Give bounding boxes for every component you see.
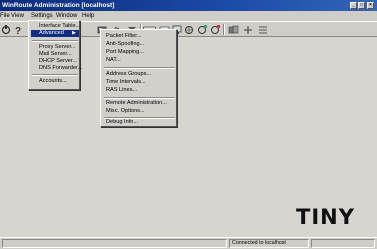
menu-item-debug-info[interactable]: Debug Info... [106, 119, 176, 126]
window-title: WinRoute Administration [localhost] [2, 2, 115, 9]
menu-item-accounts[interactable]: Accounts... [39, 78, 79, 85]
menu-item-address-groups[interactable]: Address Groups... [106, 71, 176, 78]
mail-icon[interactable] [227, 24, 239, 35]
help-icon[interactable]: ? [12, 24, 24, 35]
status-panel-main [2, 239, 227, 248]
menu-file[interactable]: File [0, 11, 10, 21]
connect-icon[interactable] [0, 24, 12, 35]
menu-item-mail-server[interactable]: Mail Server... [39, 51, 79, 58]
computers-icon[interactable] [209, 24, 221, 35]
status-panel-extra [311, 239, 375, 248]
menu-item-nat[interactable]: NAT... [106, 57, 176, 64]
menu-item-dhcp-server[interactable]: DHCP Server... [39, 58, 79, 65]
list-icon[interactable] [257, 24, 269, 35]
menu-item-time-intervals[interactable]: Time Intervals... [106, 79, 176, 86]
menu-item-dns-forwarder[interactable]: DNS Forwarder... [39, 65, 82, 72]
advanced-submenu: Packet Filter... Anti-Spoofing... Port M… [100, 29, 177, 127]
menu-item-packet-filter[interactable]: Packet Filter... [106, 33, 176, 40]
settings-menu: Interface Table... Advanced ▶ Proxy Serve… [28, 20, 82, 90]
menu-item-misc-options[interactable]: Misc. Options... [106, 108, 176, 115]
menu-item-port-mapping[interactable]: Port Mapping... [106, 49, 176, 56]
menu-help[interactable]: Help [82, 11, 94, 21]
network-icon[interactable] [183, 24, 195, 35]
svg-text:?: ? [15, 26, 21, 35]
menu-item-interface-table[interactable]: Interface Table... [39, 23, 80, 30]
menu-item-remote-administration[interactable]: Remote Administration... [106, 100, 176, 107]
menu-item-anti-spoofing[interactable]: Anti-Spoofing... [106, 41, 176, 48]
minimize-button[interactable]: _ [350, 2, 357, 9]
status-connection: Connected to localhost [229, 239, 309, 248]
maximize-button[interactable]: □ [358, 2, 365, 9]
status-bar: Connected to localhost [0, 237, 377, 249]
menu-item-advanced-label: Advanced [39, 30, 64, 36]
menu-item-proxy-server[interactable]: Proxy Server... [39, 44, 79, 51]
menu-item-ras-lines[interactable]: RAS Lines... [106, 87, 176, 94]
app-window: WinRoute Administration [localhost] _ □ … [0, 0, 377, 249]
close-button[interactable]: × [367, 2, 374, 9]
tiny-logo: TINY [296, 205, 355, 229]
submenu-arrow-icon: ▶ [72, 30, 76, 36]
menu-view[interactable]: View [11, 11, 24, 21]
title-bar: WinRoute Administration [localhost] _ □ … [0, 0, 377, 11]
menu-item-advanced[interactable]: Advanced ▶ [31, 30, 79, 37]
nat2-icon[interactable] [196, 24, 208, 35]
lan-icon[interactable] [242, 24, 254, 35]
